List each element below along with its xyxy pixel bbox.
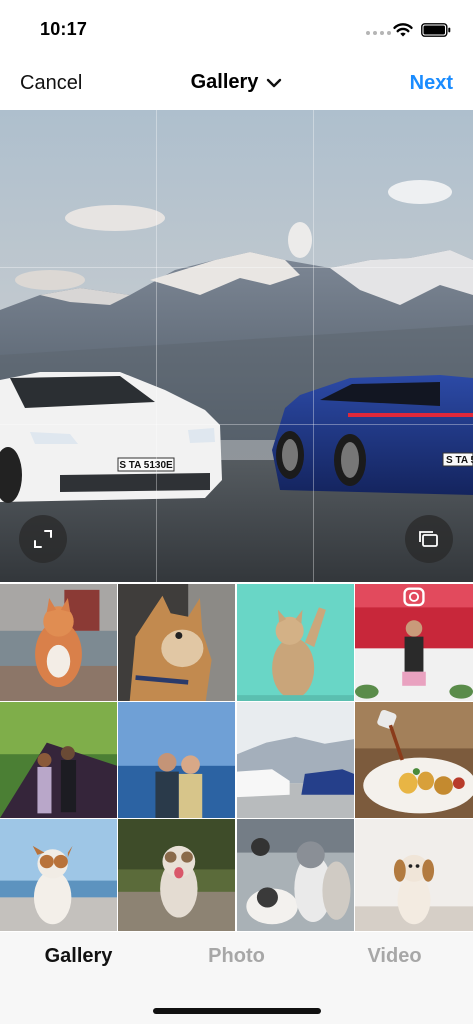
signal-icon: [366, 31, 391, 35]
crop-grid-line: [156, 110, 157, 582]
gallery-thumbnail[interactable]: [0, 702, 117, 818]
tab-photo[interactable]: Photo: [158, 945, 315, 968]
status-time: 10:17: [40, 19, 88, 39]
gallery-thumbnail[interactable]: [118, 702, 236, 818]
photo-preview[interactable]: S TA 5130E S TA 5: [0, 110, 473, 582]
gallery-dropdown[interactable]: Gallery: [0, 71, 473, 94]
gallery-thumbnail[interactable]: [118, 819, 236, 931]
gallery-thumbnail[interactable]: [0, 819, 117, 931]
page-title: Gallery: [190, 71, 259, 93]
preview-image: S TA 5130E S TA 5: [0, 110, 473, 582]
gallery-thumbnail[interactable]: [0, 584, 117, 701]
multi-select-icon: [419, 531, 438, 547]
next-button[interactable]: Next: [410, 72, 453, 95]
plate-right: S TA 5: [446, 455, 473, 466]
gallery-thumbnail[interactable]: [354, 819, 473, 931]
gallery-thumbnail[interactable]: [236, 819, 354, 931]
status-bar: 10:17: [0, 0, 473, 56]
tab-gallery[interactable]: Gallery: [0, 945, 157, 968]
crop-grid-line: [0, 267, 473, 268]
crop-grid-line: [0, 424, 473, 425]
gallery-thumbnail[interactable]: [236, 702, 354, 818]
plate-left: S TA 5130E: [119, 460, 173, 471]
crop-grid-line: [313, 110, 314, 582]
multi-select-button[interactable]: [405, 515, 453, 563]
expand-button[interactable]: [19, 515, 67, 563]
wifi-icon: [393, 23, 413, 37]
nav-bar: Cancel Gallery Next: [0, 56, 473, 110]
gallery-thumbnail[interactable]: [236, 584, 354, 701]
battery-icon: [421, 23, 451, 37]
home-indicator[interactable]: [153, 1008, 321, 1014]
gallery-thumbnail[interactable]: [354, 702, 473, 818]
tab-video[interactable]: Video: [316, 945, 473, 968]
expand-icon: [34, 530, 52, 548]
chevron-down-icon: [267, 78, 282, 87]
mode-tab-bar: Gallery Photo Video: [0, 932, 473, 1024]
gallery-thumbnail[interactable]: [354, 584, 473, 701]
gallery-thumbnail[interactable]: [118, 584, 236, 701]
gallery-grid: [0, 584, 473, 931]
